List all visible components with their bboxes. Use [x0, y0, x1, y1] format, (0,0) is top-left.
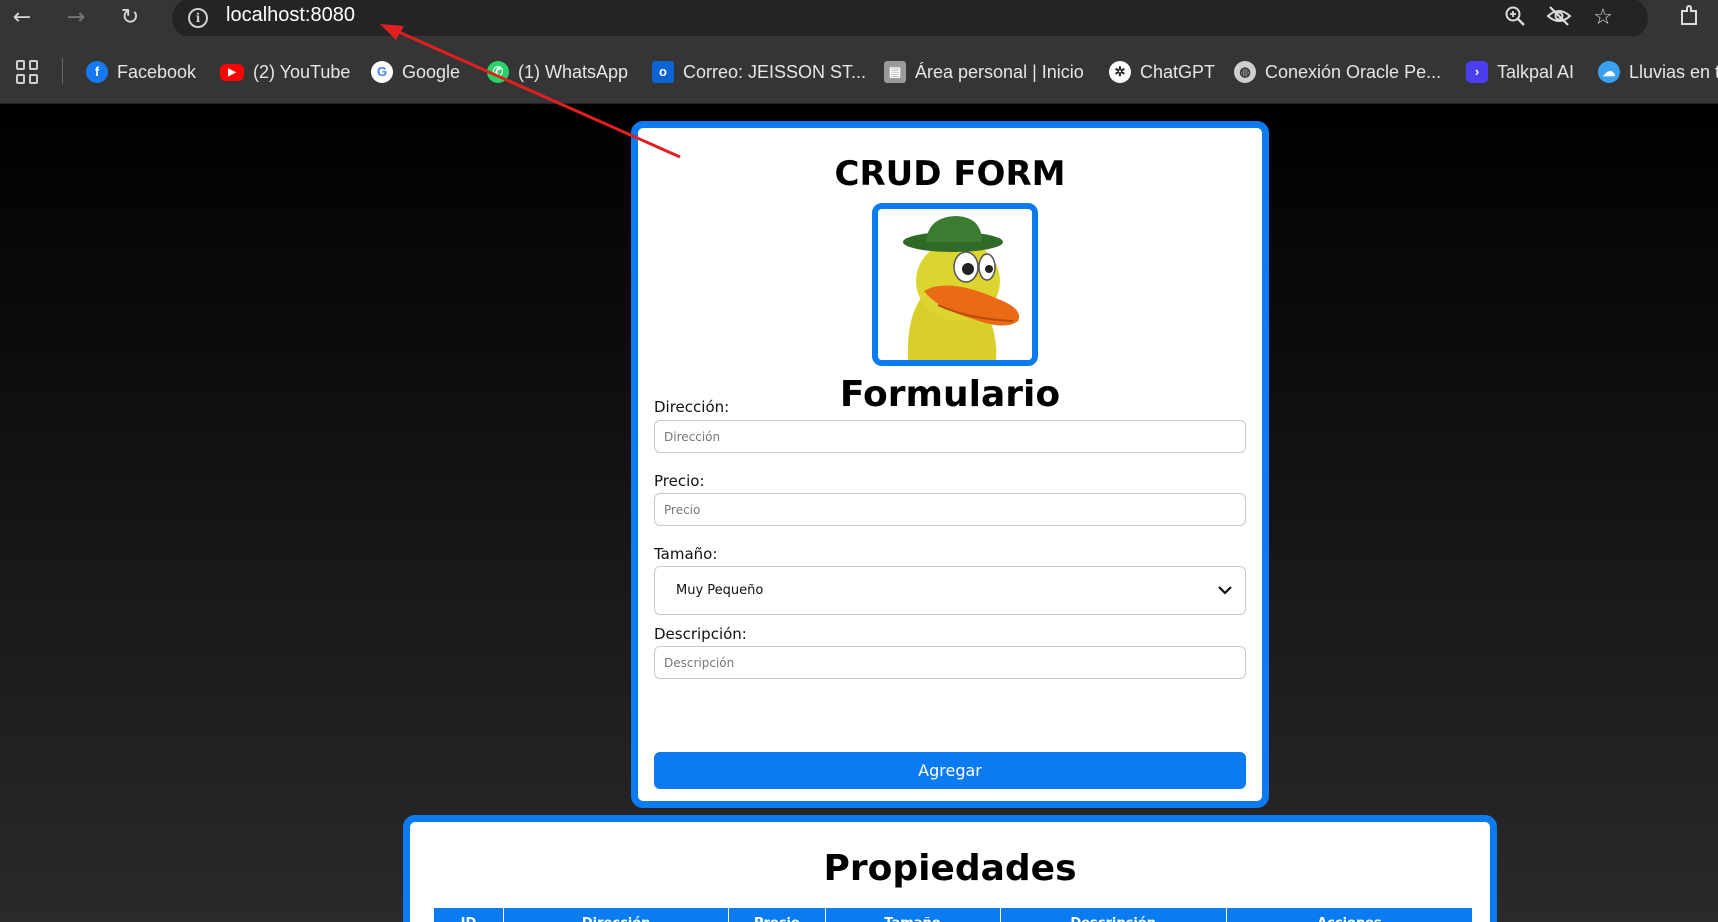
chatgpt-icon: ✲ [1109, 61, 1131, 83]
descripcion-input[interactable] [654, 646, 1246, 679]
bookmark-label: Área personal | Inicio [915, 61, 1084, 82]
bookmark-label: Talkpal AI [1497, 61, 1575, 82]
talkpal-icon: › [1466, 61, 1488, 83]
agregar-button[interactable]: Agregar [654, 752, 1246, 789]
extensions-icon[interactable] [1676, 4, 1704, 32]
bookmark-area-personal[interactable]: ▤ Área personal | Inicio [884, 58, 1084, 86]
back-arrow-icon[interactable]: ← [8, 4, 36, 32]
bookmark-label: (1) WhatsApp [518, 61, 629, 82]
bookmark-label: (2) YouTube [253, 61, 351, 82]
column-header-id: ID [433, 907, 504, 922]
apps-grid-icon[interactable] [16, 60, 40, 84]
column-header-direccion: Dirección [502, 907, 730, 922]
direccion-input[interactable] [654, 420, 1246, 453]
propiedades-table: ID Dirección Precio Tamaño Descripción A… [433, 907, 1474, 922]
moodle-icon: ▤ [884, 61, 906, 83]
bookmark-label: Conexión Oracle Pe... [1265, 61, 1442, 82]
bookmark-label: Google [402, 61, 461, 82]
precio-label: Precio: [654, 472, 705, 490]
column-header-descripcion: Descripción [999, 907, 1227, 922]
bookmark-facebook[interactable]: f Facebook [86, 58, 196, 86]
bookmark-outlook[interactable]: o Correo: JEISSON ST... [652, 58, 866, 86]
chevron-down-icon [1218, 586, 1232, 595]
bookmarks-separator [62, 58, 63, 84]
bookmark-talkpal[interactable]: › Talkpal AI [1466, 58, 1574, 86]
form-heading: Formulario [839, 374, 1061, 415]
url-text[interactable]: localhost:8080 [226, 4, 355, 27]
column-header-tamano: Tamaño [824, 907, 1001, 922]
tamano-label: Tamaño: [654, 545, 718, 563]
bookmark-star-icon[interactable]: ☆ [1590, 5, 1616, 31]
whatsapp-icon: ✆ [487, 61, 509, 83]
eye-off-icon[interactable] [1546, 5, 1572, 31]
bookmarks-bar: f Facebook ▶ (2) YouTube G Google ✆ (1) … [0, 36, 1718, 104]
bookmark-oracle[interactable]: ◍ Conexión Oracle Pe... [1234, 58, 1441, 86]
browser-toolbar: ← → ↻ i localhost:8080 ☆ [0, 0, 1718, 38]
facebook-icon: f [86, 61, 108, 83]
precio-input[interactable] [654, 493, 1246, 526]
page-viewport: CRUD FORM Formulario Dirección: Direcció… [0, 104, 1718, 922]
bookmark-weather[interactable]: ☁ Lluvias en t [1598, 58, 1718, 86]
tamano-selected-value: Muy Pequeño [676, 583, 764, 598]
form-title: CRUD FORM [834, 154, 1066, 194]
forward-arrow-icon[interactable]: → [62, 4, 90, 32]
globe-icon: ◍ [1234, 61, 1256, 83]
zoom-icon[interactable] [1502, 5, 1528, 31]
duck-logo-image [872, 203, 1038, 366]
site-info-icon[interactable]: i [188, 8, 208, 28]
crud-form-card: CRUD FORM Formulario Dirección: Direcció… [631, 121, 1269, 808]
bookmark-google[interactable]: G Google [371, 58, 460, 86]
outlook-icon: o [652, 61, 674, 83]
reload-icon[interactable]: ↻ [116, 4, 144, 32]
column-header-precio: Precio [728, 907, 826, 922]
direccion-label: Dirección: [654, 398, 730, 416]
weather-icon: ☁ [1598, 61, 1620, 83]
google-icon: G [371, 61, 393, 83]
bookmark-label: ChatGPT [1140, 61, 1216, 82]
bookmark-chatgpt[interactable]: ✲ ChatGPT [1109, 58, 1215, 86]
tamano-select[interactable]: Muy Pequeño [654, 566, 1246, 615]
descripcion-label: Descripción: [654, 625, 747, 643]
table-title: Propiedades [823, 848, 1077, 889]
propiedades-card: Propiedades ID Dirección Precio Tamaño D… [403, 815, 1497, 922]
bookmark-label: Lluvias en t [1629, 61, 1718, 82]
address-bar[interactable]: i localhost:8080 ☆ [172, 0, 1648, 38]
bookmark-label: Correo: JEISSON ST... [683, 61, 867, 82]
bookmark-whatsapp[interactable]: ✆ (1) WhatsApp [487, 58, 628, 86]
youtube-icon: ▶ [220, 63, 244, 81]
column-header-acciones: Acciones [1225, 907, 1474, 922]
bookmark-label: Facebook [117, 61, 197, 82]
table-header-row: ID Dirección Precio Tamaño Descripción A… [433, 907, 1474, 922]
bookmark-youtube[interactable]: ▶ (2) YouTube [220, 58, 350, 86]
